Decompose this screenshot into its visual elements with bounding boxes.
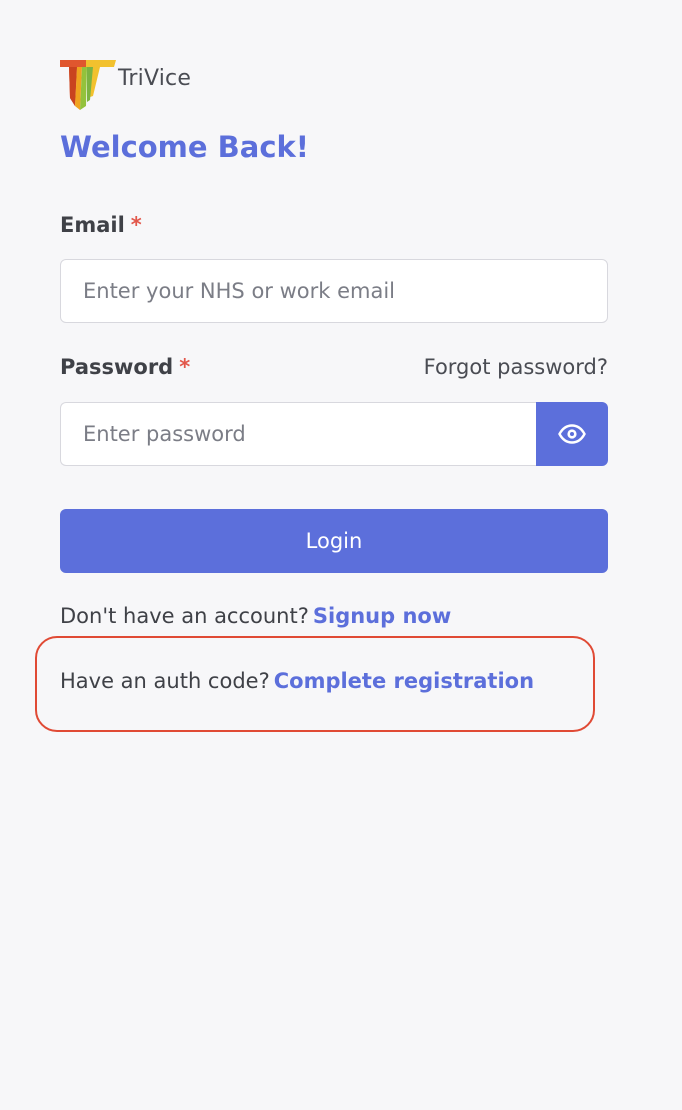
toggle-password-visibility-button[interactable] bbox=[536, 402, 608, 466]
password-label: Password * bbox=[60, 355, 190, 379]
password-input[interactable] bbox=[60, 402, 538, 466]
trivice-logo-icon bbox=[60, 60, 116, 110]
signup-link[interactable]: Signup now bbox=[313, 604, 451, 628]
login-button[interactable]: Login bbox=[60, 509, 608, 573]
password-label-text: Password bbox=[60, 355, 174, 379]
email-label: Email * bbox=[60, 213, 142, 237]
password-required-mark: * bbox=[179, 355, 191, 379]
email-input[interactable] bbox=[60, 259, 608, 323]
email-label-text: Email bbox=[60, 213, 125, 237]
signup-line: Don't have an account? Signup now bbox=[60, 604, 451, 628]
email-required-mark: * bbox=[130, 213, 142, 237]
auth-code-prompt: Have an auth code? bbox=[60, 669, 270, 693]
eye-icon bbox=[558, 424, 586, 444]
brand-name: TriVice bbox=[118, 65, 192, 91]
auth-code-line: Have an auth code? Complete registration bbox=[60, 669, 534, 693]
page-title: Welcome Back! bbox=[60, 130, 310, 164]
brand: TriVice bbox=[60, 58, 191, 114]
signup-prompt: Don't have an account? bbox=[60, 604, 309, 628]
complete-registration-link[interactable]: Complete registration bbox=[274, 669, 534, 693]
forgot-password-link[interactable]: Forgot password? bbox=[424, 355, 608, 379]
